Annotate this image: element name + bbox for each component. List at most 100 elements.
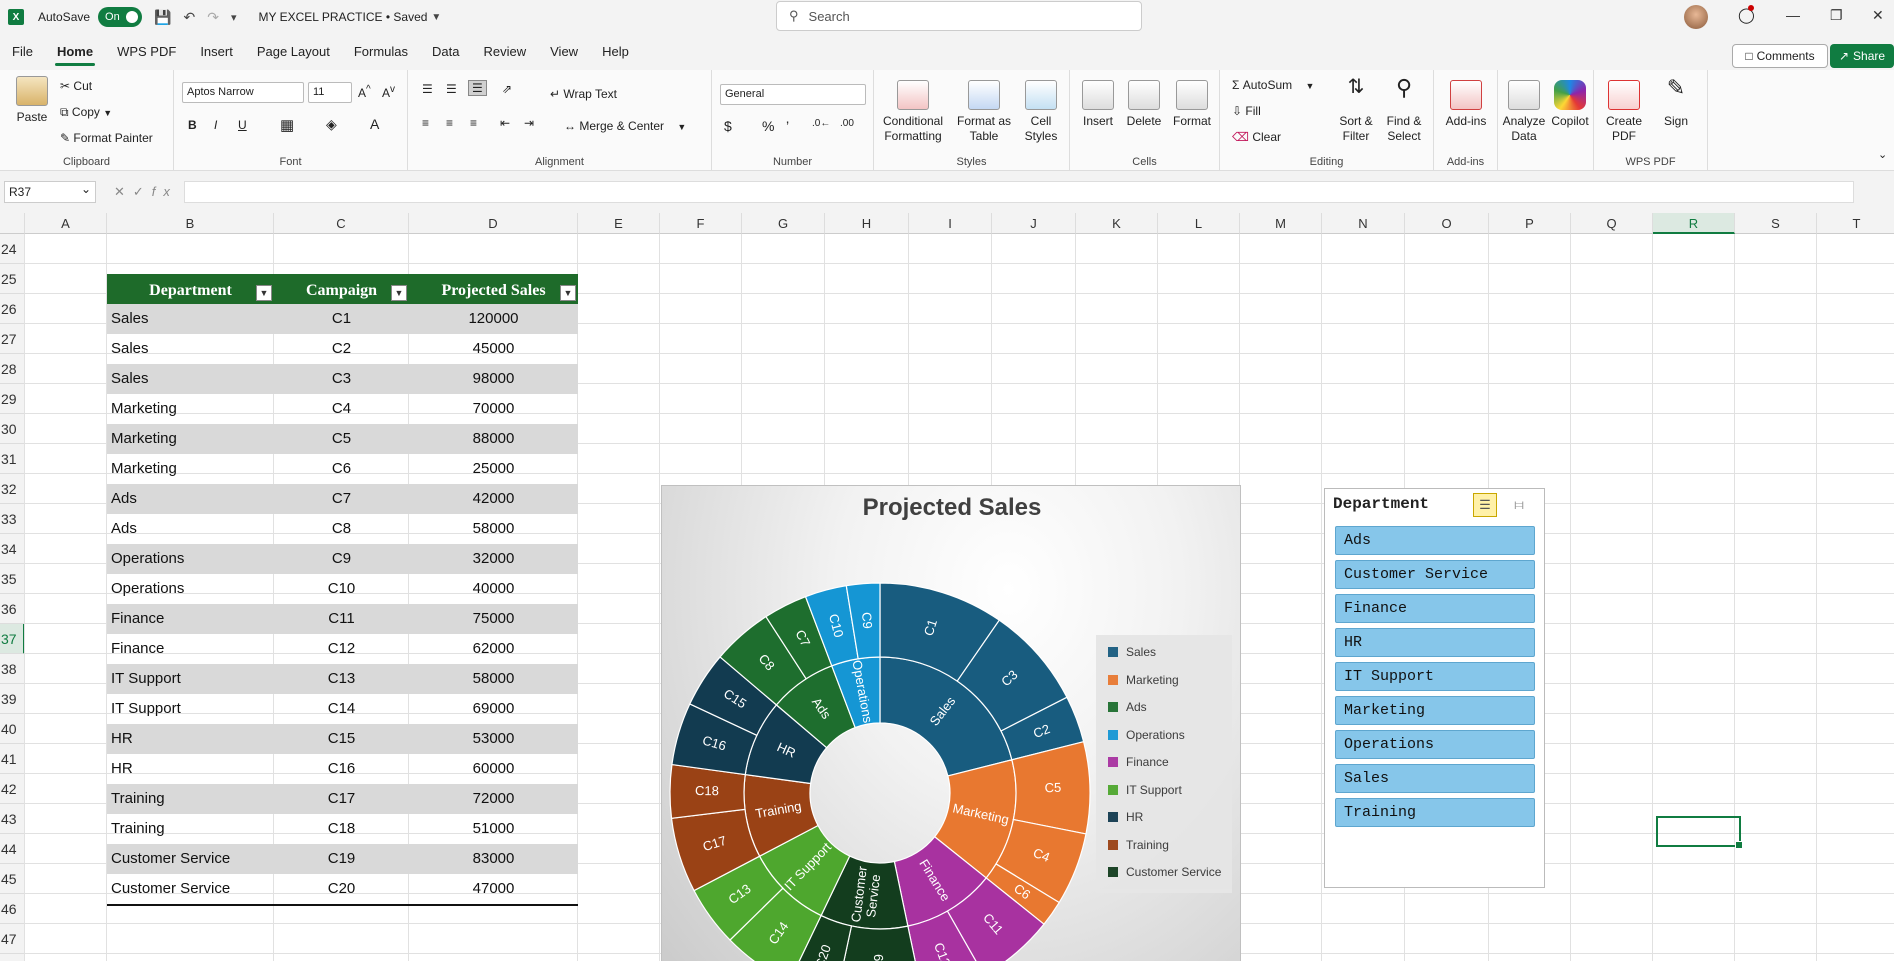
table-cell[interactable]: 69000 xyxy=(409,694,578,724)
table-cell[interactable]: Training xyxy=(111,814,274,844)
copilot-button[interactable]: Copilot xyxy=(1548,80,1592,129)
table-cell[interactable]: 53000 xyxy=(409,724,578,754)
table-cell[interactable]: C11 xyxy=(274,604,409,634)
formula-controls-icon[interactable]: ✕✓fx xyxy=(114,184,178,200)
menu-formulas[interactable]: Formulas xyxy=(342,34,420,70)
format-cells-button[interactable]: Format xyxy=(1170,80,1214,129)
table-cell[interactable]: C9 xyxy=(274,544,409,574)
table-cell[interactable]: C17 xyxy=(274,784,409,814)
column-header-s[interactable]: S xyxy=(1735,213,1817,234)
table-cell[interactable]: Sales xyxy=(111,334,274,364)
table-cell[interactable]: 98000 xyxy=(409,364,578,394)
decrease-indent-icon[interactable]: ⇤ xyxy=(500,116,510,130)
table-cell[interactable]: C12 xyxy=(274,634,409,664)
row-header-46[interactable]: 46 xyxy=(0,894,25,924)
column-header-n[interactable]: N xyxy=(1322,213,1405,234)
legend-item-hr[interactable]: HR xyxy=(1108,810,1143,824)
cut-button[interactable]: ✂ Cut xyxy=(60,79,92,93)
table-cell[interactable]: C19 xyxy=(274,844,409,874)
row-header-30[interactable]: 30 xyxy=(0,414,25,444)
format-painter-button[interactable]: ✎ Format Painter xyxy=(60,131,153,145)
menu-review[interactable]: Review xyxy=(472,34,539,70)
column-header-j[interactable]: J xyxy=(992,213,1076,234)
legend-item-sales[interactable]: Sales xyxy=(1108,645,1156,659)
font-color-icon[interactable]: A xyxy=(370,116,379,132)
redo-icon[interactable]: ↷ xyxy=(207,9,219,26)
filter-dropdown-icon[interactable]: ▼ xyxy=(560,285,576,301)
select-all-corner[interactable] xyxy=(0,213,25,234)
table-cell[interactable]: C16 xyxy=(274,754,409,784)
conditional-formatting-button[interactable]: Conditional Formatting xyxy=(878,80,948,144)
table-cell[interactable]: 42000 xyxy=(409,484,578,514)
align-center-icon[interactable]: ≡ xyxy=(446,116,453,130)
clear-button[interactable]: ⌫ Clear xyxy=(1232,130,1281,144)
column-header-f[interactable]: F xyxy=(660,213,742,234)
legend-item-finance[interactable]: Finance xyxy=(1108,755,1169,769)
slicer-item-finance[interactable]: Finance xyxy=(1335,594,1535,623)
avatar[interactable] xyxy=(1684,5,1708,29)
column-header-t[interactable]: T xyxy=(1817,213,1894,234)
insert-cells-button[interactable]: Insert xyxy=(1076,80,1120,129)
legend-item-training[interactable]: Training xyxy=(1108,838,1169,852)
increase-indent-icon[interactable]: ⇥ xyxy=(524,116,534,130)
column-header-o[interactable]: O xyxy=(1405,213,1489,234)
table-cell[interactable]: IT Support xyxy=(111,664,274,694)
column-header-a[interactable]: A xyxy=(25,213,107,234)
table-cell[interactable]: Sales xyxy=(111,304,274,334)
active-cell-cursor[interactable] xyxy=(1656,816,1743,849)
row-header-27[interactable]: 27 xyxy=(0,324,25,354)
find-select-button[interactable]: ⚲ Find & Select xyxy=(1380,77,1428,144)
chevron-down-icon[interactable]: ▼ xyxy=(431,12,441,23)
currency-icon[interactable]: $ xyxy=(724,118,732,134)
menu-home[interactable]: Home xyxy=(45,34,105,70)
row-header-42[interactable]: 42 xyxy=(0,774,25,804)
table-cell[interactable]: 32000 xyxy=(409,544,578,574)
column-header-h[interactable]: H xyxy=(825,213,909,234)
table-cell[interactable]: 25000 xyxy=(409,454,578,484)
column-header-d[interactable]: D xyxy=(409,213,578,234)
table-cell[interactable]: 88000 xyxy=(409,424,578,454)
slicer-item-sales[interactable]: Sales xyxy=(1335,764,1535,793)
number-format-select[interactable]: General xyxy=(720,84,866,105)
underline-icon[interactable]: U xyxy=(238,118,247,132)
table-cell[interactable]: 83000 xyxy=(409,844,578,874)
column-header-r[interactable]: R xyxy=(1653,213,1735,234)
row-header-37[interactable]: 37 xyxy=(0,624,25,654)
document-title[interactable]: MY EXCEL PRACTICE • Saved xyxy=(258,10,427,24)
row-header-33[interactable]: 33 xyxy=(0,504,25,534)
analyze-data-button[interactable]: Analyze Data xyxy=(1502,80,1546,144)
sign-button[interactable]: ✎ Sign xyxy=(1654,77,1698,129)
copy-button[interactable]: ⧉ Copy ▼ xyxy=(60,105,112,120)
fill-button[interactable]: ⇩ Fill xyxy=(1232,104,1261,118)
column-header-l[interactable]: L xyxy=(1158,213,1240,234)
table-cell[interactable]: Sales xyxy=(111,364,274,394)
align-left-icon[interactable]: ≡ xyxy=(422,116,429,130)
menu-view[interactable]: View xyxy=(538,34,590,70)
table-cell[interactable]: Finance xyxy=(111,604,274,634)
table-cell[interactable]: Customer Service xyxy=(111,844,274,874)
row-header-32[interactable]: 32 xyxy=(0,474,25,504)
table-cell[interactable]: 47000 xyxy=(409,874,578,904)
table-cell[interactable]: 75000 xyxy=(409,604,578,634)
create-pdf-button[interactable]: Create PDF xyxy=(1602,80,1646,144)
legend-item-it-support[interactable]: IT Support xyxy=(1108,783,1182,797)
table-cell[interactable]: Operations xyxy=(111,574,274,604)
bold-icon[interactable]: B xyxy=(188,118,197,132)
table-cell[interactable]: C2 xyxy=(274,334,409,364)
addins-button[interactable]: Add-ins xyxy=(1442,80,1490,129)
slicer-item-customer-service[interactable]: Customer Service xyxy=(1335,560,1535,589)
row-header-39[interactable]: 39 xyxy=(0,684,25,714)
minimize-icon[interactable]: — xyxy=(1786,7,1800,23)
legend-item-marketing[interactable]: Marketing xyxy=(1108,673,1179,687)
search-box[interactable]: ⚲ Search xyxy=(776,1,1142,31)
row-header-41[interactable]: 41 xyxy=(0,744,25,774)
formula-input[interactable] xyxy=(183,181,1854,203)
table-cell[interactable]: Training xyxy=(111,784,274,814)
table-cell[interactable]: C1 xyxy=(274,304,409,334)
align-right-icon[interactable]: ≡ xyxy=(470,116,477,130)
row-header-40[interactable]: 40 xyxy=(0,714,25,744)
table-cell[interactable]: Finance xyxy=(111,634,274,664)
column-header-m[interactable]: M xyxy=(1240,213,1322,234)
menu-help[interactable]: Help xyxy=(590,34,641,70)
table-cell[interactable]: C20 xyxy=(274,874,409,904)
